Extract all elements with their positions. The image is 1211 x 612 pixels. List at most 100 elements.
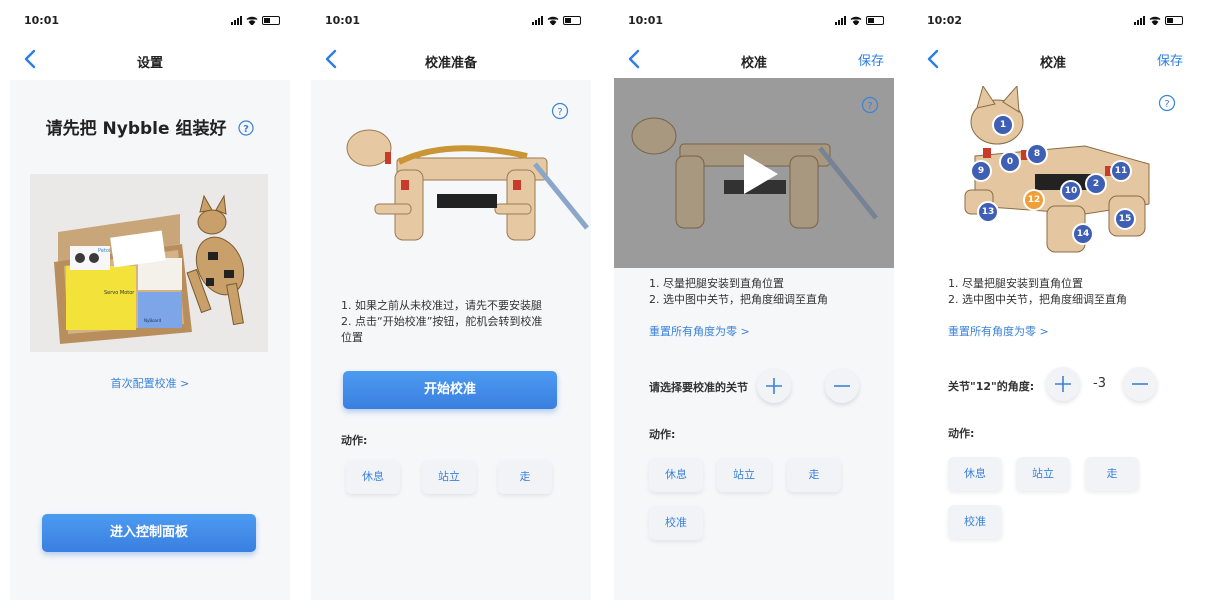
action-walk-button[interactable]: 走 xyxy=(498,460,552,494)
action-stand-button[interactable]: 站立 xyxy=(717,458,771,492)
svg-text:?: ? xyxy=(867,101,872,112)
actions-label: 动作: xyxy=(341,434,368,447)
svg-text:?: ? xyxy=(1164,99,1169,110)
wifi-icon xyxy=(246,16,258,25)
enter-control-panel-button[interactable]: 进入控制面板 xyxy=(42,514,256,552)
joint-marker-14[interactable]: 14 xyxy=(1074,225,1092,243)
joint-prompt: 请选择要校准的关节 xyxy=(649,381,748,394)
screen-calibration-joint: 10:02 校准 保存 ? 1 0 8 9 10 2 11 12 13 15 1… xyxy=(913,0,1193,600)
question-circle-icon[interactable]: ? xyxy=(238,120,254,136)
battery-icon xyxy=(866,16,884,25)
joint-marker-13[interactable]: 13 xyxy=(979,203,997,221)
instruction-line-1: 1. 尽量把腿安装到直角位置 xyxy=(948,277,1083,290)
signal-icon xyxy=(1134,16,1145,25)
screen-calibration: 10:01 校准 保存 ? 1. 尽量把腿安装到直角位置 2. 选中图中关节，把… xyxy=(614,0,894,600)
calibration-prep-content: ? 1. 如果之前从未校准过，请先不要安装腿 2. 点击“开始校准”按钮，舵机会… xyxy=(311,80,591,600)
plus-icon xyxy=(1055,376,1071,392)
servo-box-label: Servo Motor xyxy=(104,290,135,296)
signal-icon xyxy=(835,16,846,25)
play-icon[interactable] xyxy=(740,152,780,196)
status-time: 10:01 xyxy=(325,14,361,27)
action-rest-button[interactable]: 休息 xyxy=(649,458,703,492)
page-title: 校准 xyxy=(740,56,767,71)
page-title: 校准 xyxy=(1039,56,1066,71)
status-time: 10:01 xyxy=(24,14,60,27)
increase-button[interactable] xyxy=(757,369,791,403)
action-walk-button[interactable]: 走 xyxy=(1085,457,1139,491)
wifi-icon xyxy=(850,16,862,25)
first-calibration-link[interactable]: 首次配置校准 > xyxy=(10,375,290,391)
svg-text:?: ? xyxy=(243,124,249,135)
svg-text:?: ? xyxy=(557,107,562,118)
status-bar: 10:01 xyxy=(10,8,290,34)
nav-bar: 校准 保存 xyxy=(614,38,894,78)
instruction-line-2: 2. 选中图中关节，把角度细调至直角 xyxy=(649,293,828,306)
calibration-instructions: 1. 尽量把腿安装到直角位置 2. 选中图中关节，把角度细调至直角 xyxy=(649,276,828,308)
battery-icon xyxy=(262,16,280,25)
joint-angle-label: 关节"12"的角度: xyxy=(948,380,1035,393)
instruction-line-2: 2. 点击“开始校准”按钮，舵机会转到校准 xyxy=(341,315,543,328)
nybble-kit-photo: Servo Motor Petoi NyBoard xyxy=(30,174,268,352)
save-button[interactable]: 保存 xyxy=(1157,50,1183,69)
signal-icon xyxy=(532,16,543,25)
plus-icon xyxy=(766,378,782,394)
start-calibration-button[interactable]: 开始校准 xyxy=(343,371,557,409)
battery-icon xyxy=(563,16,581,25)
question-circle-icon[interactable]: ? xyxy=(861,96,879,114)
screen-settings: 10:01 设置 请先把 Nybble 组装好 ? Servo Motor Pe… xyxy=(10,0,290,600)
status-bar: 10:02 xyxy=(913,8,1193,34)
status-bar: 10:01 xyxy=(311,8,591,34)
action-rest-button[interactable]: 休息 xyxy=(948,457,1002,491)
calibration-instructions: 1. 尽量把腿安装到直角位置 2. 选中图中关节，把角度细调至直角 xyxy=(948,276,1127,308)
actions-label: 动作: xyxy=(649,428,676,441)
action-walk-button[interactable]: 走 xyxy=(787,458,841,492)
nav-bar: 校准 保存 xyxy=(913,38,1193,78)
joint-marker-15[interactable]: 15 xyxy=(1116,210,1134,228)
joint-marker-0[interactable]: 0 xyxy=(1001,153,1019,171)
joint-marker-8[interactable]: 8 xyxy=(1028,145,1046,163)
battery-icon xyxy=(1165,16,1183,25)
actions-label: 动作: xyxy=(948,427,975,440)
settings-content: 请先把 Nybble 组装好 ? Servo Motor Petoi NyBoa… xyxy=(10,80,290,600)
joint-map-diagram xyxy=(935,86,1165,258)
assemble-heading: 请先把 Nybble 组装好 ? xyxy=(10,114,290,139)
instruction-line-1: 1. 尽量把腿安装到直角位置 xyxy=(649,277,784,290)
save-button[interactable]: 保存 xyxy=(858,50,884,69)
joint-marker-9[interactable]: 9 xyxy=(972,162,990,180)
status-time: 10:01 xyxy=(628,14,664,27)
decrease-button[interactable] xyxy=(825,369,859,403)
minus-icon xyxy=(834,385,850,387)
nav-bar: 设置 xyxy=(10,38,290,78)
robot-frame-diagram xyxy=(337,118,591,248)
minus-icon xyxy=(1132,383,1148,385)
reset-angles-link[interactable]: 重置所有角度为零 > xyxy=(649,323,750,339)
joint-marker-12[interactable]: 12 xyxy=(1025,191,1043,209)
nav-bar: 校准准备 xyxy=(311,38,591,78)
joint-marker-2[interactable]: 2 xyxy=(1087,175,1105,193)
wifi-icon xyxy=(547,16,559,25)
instruction-line-3: 位置 xyxy=(341,331,363,344)
action-rest-button[interactable]: 休息 xyxy=(346,460,400,494)
increase-button[interactable] xyxy=(1046,367,1080,401)
signal-icon xyxy=(231,16,242,25)
joint-marker-11[interactable]: 11 xyxy=(1112,162,1130,180)
screen-calibration-prep: 10:01 校准准备 ? 1. 如果之前从未校准过，请先不要安装腿 2. 点击“… xyxy=(311,0,591,600)
page-title: 校准准备 xyxy=(424,56,477,71)
petoi-brand-label: Petoi xyxy=(98,248,110,254)
assemble-heading-text: 请先把 Nybble 组装好 xyxy=(45,119,227,139)
nyboard-label: NyBoard xyxy=(144,318,162,323)
joint-calibration-content: ? 1 0 8 9 10 2 11 12 13 15 14 1. 尽量把腿安装到直角位置 2. 选中… xyxy=(913,80,1193,600)
action-calibrate-button[interactable]: 校准 xyxy=(948,505,1002,539)
wifi-icon xyxy=(1149,16,1161,25)
instruction-line-1: 1. 如果之前从未校准过，请先不要安装腿 xyxy=(341,299,542,312)
decrease-button[interactable] xyxy=(1123,367,1157,401)
joint-marker-1[interactable]: 1 xyxy=(994,116,1012,134)
reset-angles-link[interactable]: 重置所有角度为零 > xyxy=(948,323,1049,339)
action-stand-button[interactable]: 站立 xyxy=(1016,457,1070,491)
action-stand-button[interactable]: 站立 xyxy=(422,460,476,494)
calibration-content: ? 1. 尽量把腿安装到直角位置 2. 选中图中关节，把角度细调至直角 重置所有… xyxy=(614,78,894,600)
status-time: 10:02 xyxy=(927,14,963,27)
joint-marker-10[interactable]: 10 xyxy=(1062,182,1080,200)
prep-instructions: 1. 如果之前从未校准过，请先不要安装腿 2. 点击“开始校准”按钮，舵机会转到… xyxy=(341,298,542,346)
action-calibrate-button[interactable]: 校准 xyxy=(649,506,703,540)
